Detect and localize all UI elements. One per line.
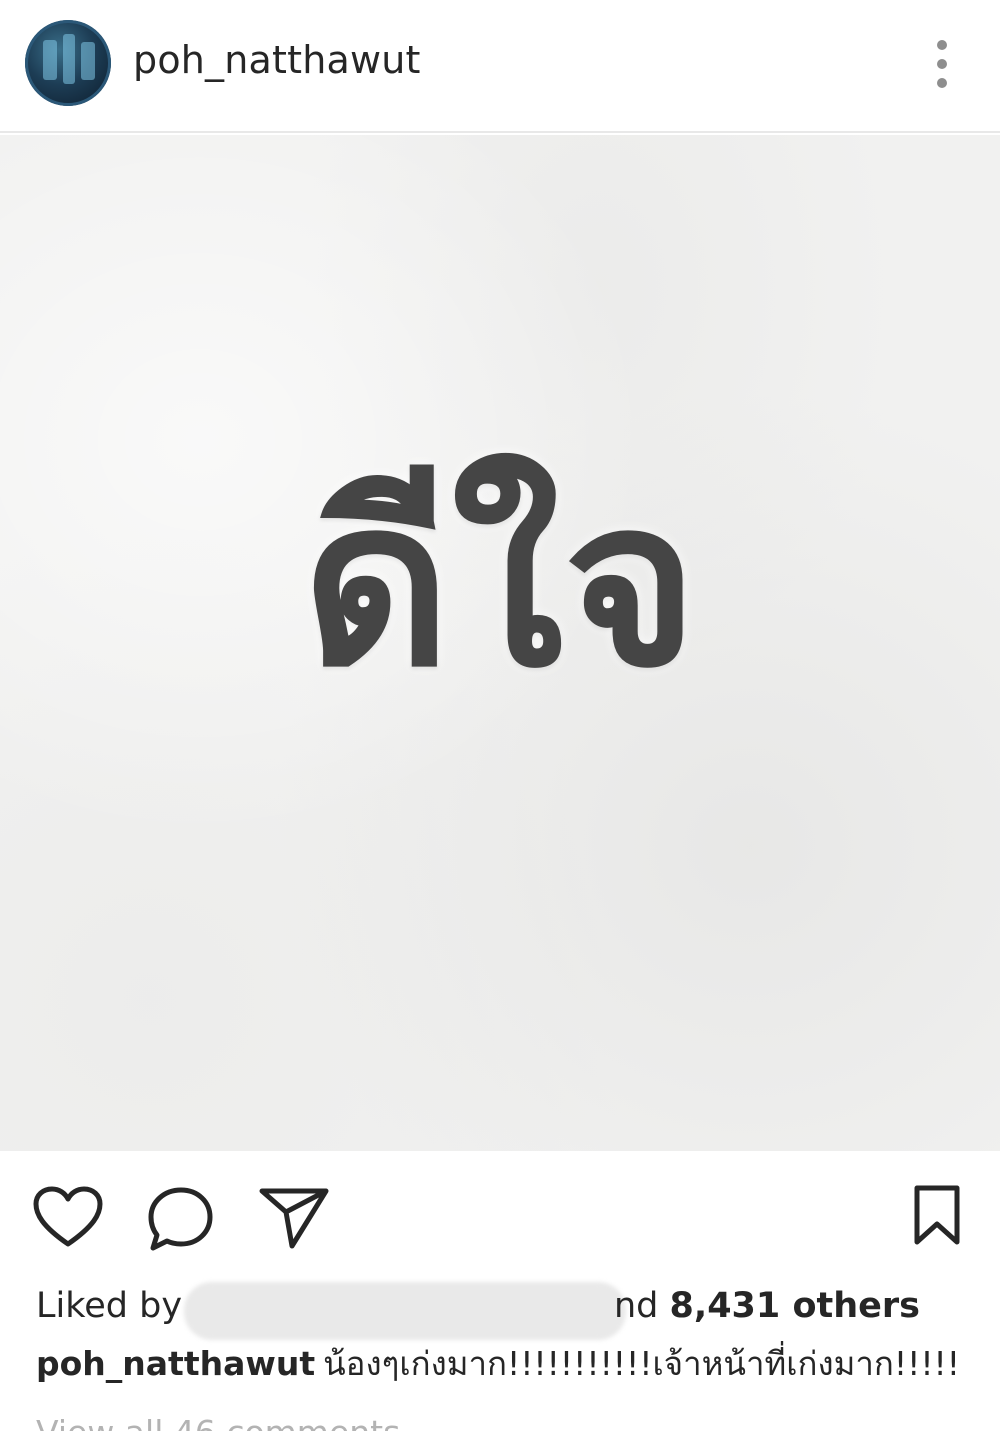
view-comments-text: View all 46 comments xyxy=(36,1413,400,1431)
action-bar xyxy=(0,1150,1000,1285)
likes-count-text: nd 8,431 others xyxy=(614,1282,920,1330)
paper-plane-icon[interactable] xyxy=(258,1186,330,1250)
avatar[interactable] xyxy=(25,20,111,106)
post-image[interactable]: ดีใจ xyxy=(0,135,1000,1151)
caption-username[interactable]: poh_natthawut xyxy=(36,1344,315,1383)
more-vertical-icon[interactable] xyxy=(925,38,959,90)
liked-by-label: Liked by xyxy=(36,1286,183,1326)
post-header: poh_natthawut xyxy=(0,0,1000,133)
caption-text: น้องๆเก่งมาก!!!!!!!!!!!เจ้าหน้าที่เก่งมา… xyxy=(323,1344,961,1383)
view-comments-link[interactable]: View all 46 comments xyxy=(36,1410,536,1431)
caption: poh_natthawut น้องๆเก่งมาก!!!!!!!!!!!เจ้า… xyxy=(36,1340,976,1388)
redacted-username xyxy=(184,1282,626,1340)
comment-icon[interactable] xyxy=(147,1186,215,1252)
bookmark-icon[interactable] xyxy=(912,1184,962,1246)
username[interactable]: poh_natthawut xyxy=(133,38,421,82)
likes-summary[interactable]: Liked by nd 8,431 others xyxy=(36,1282,976,1340)
heart-icon[interactable] xyxy=(32,1186,104,1248)
post-image-text: ดีใจ xyxy=(301,451,699,718)
likes-count[interactable]: 8,431 others xyxy=(670,1286,920,1326)
liked-by-suffix: nd xyxy=(614,1286,659,1326)
